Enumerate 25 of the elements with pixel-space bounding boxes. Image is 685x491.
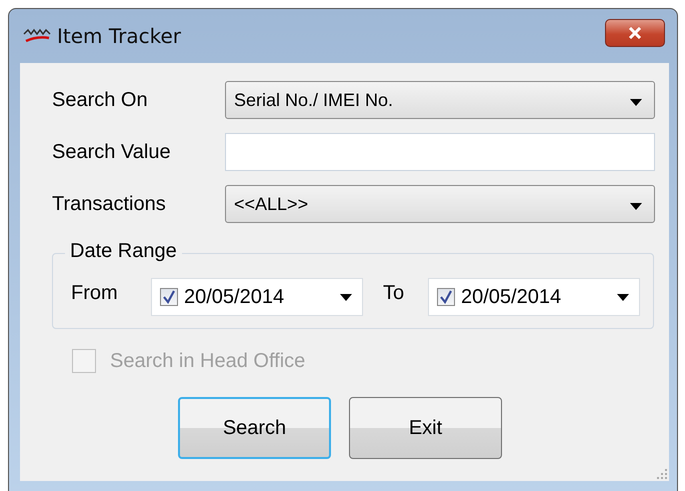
caret-icon: [630, 98, 642, 106]
resize-grip-icon: [657, 469, 667, 479]
dialog-button[interactable]: Exit: [349, 397, 502, 459]
checkbox[interactable]: [160, 288, 178, 306]
field-label: From: [71, 282, 119, 304]
checkbox[interactable]: [437, 288, 455, 306]
window-title: Item Tracker: [57, 24, 182, 48]
field-label: To: [383, 282, 406, 304]
date-picker[interactable]: 20/05/2014: [151, 278, 363, 316]
input-field[interactable]: [225, 133, 655, 171]
checkbox-label: Search in Head Office: [110, 350, 306, 372]
field-label: Search On: [52, 88, 149, 112]
close-icon: [627, 27, 643, 39]
dropdown[interactable]: <<ALL>>: [225, 185, 655, 223]
field-label: Search Value: [52, 140, 172, 164]
caret-icon: [617, 294, 629, 300]
dialog-button[interactable]: Search: [178, 397, 331, 459]
close-button[interactable]: [605, 19, 665, 47]
caret-icon: [340, 294, 352, 300]
field-label: Transactions: [52, 192, 167, 216]
caret-icon: [630, 202, 642, 210]
dropdown[interactable]: Serial No./ IMEI No.: [225, 81, 655, 119]
logo-icon: [23, 28, 51, 44]
date-picker[interactable]: 20/05/2014: [428, 278, 640, 316]
group-title: Date Range: [65, 240, 182, 263]
